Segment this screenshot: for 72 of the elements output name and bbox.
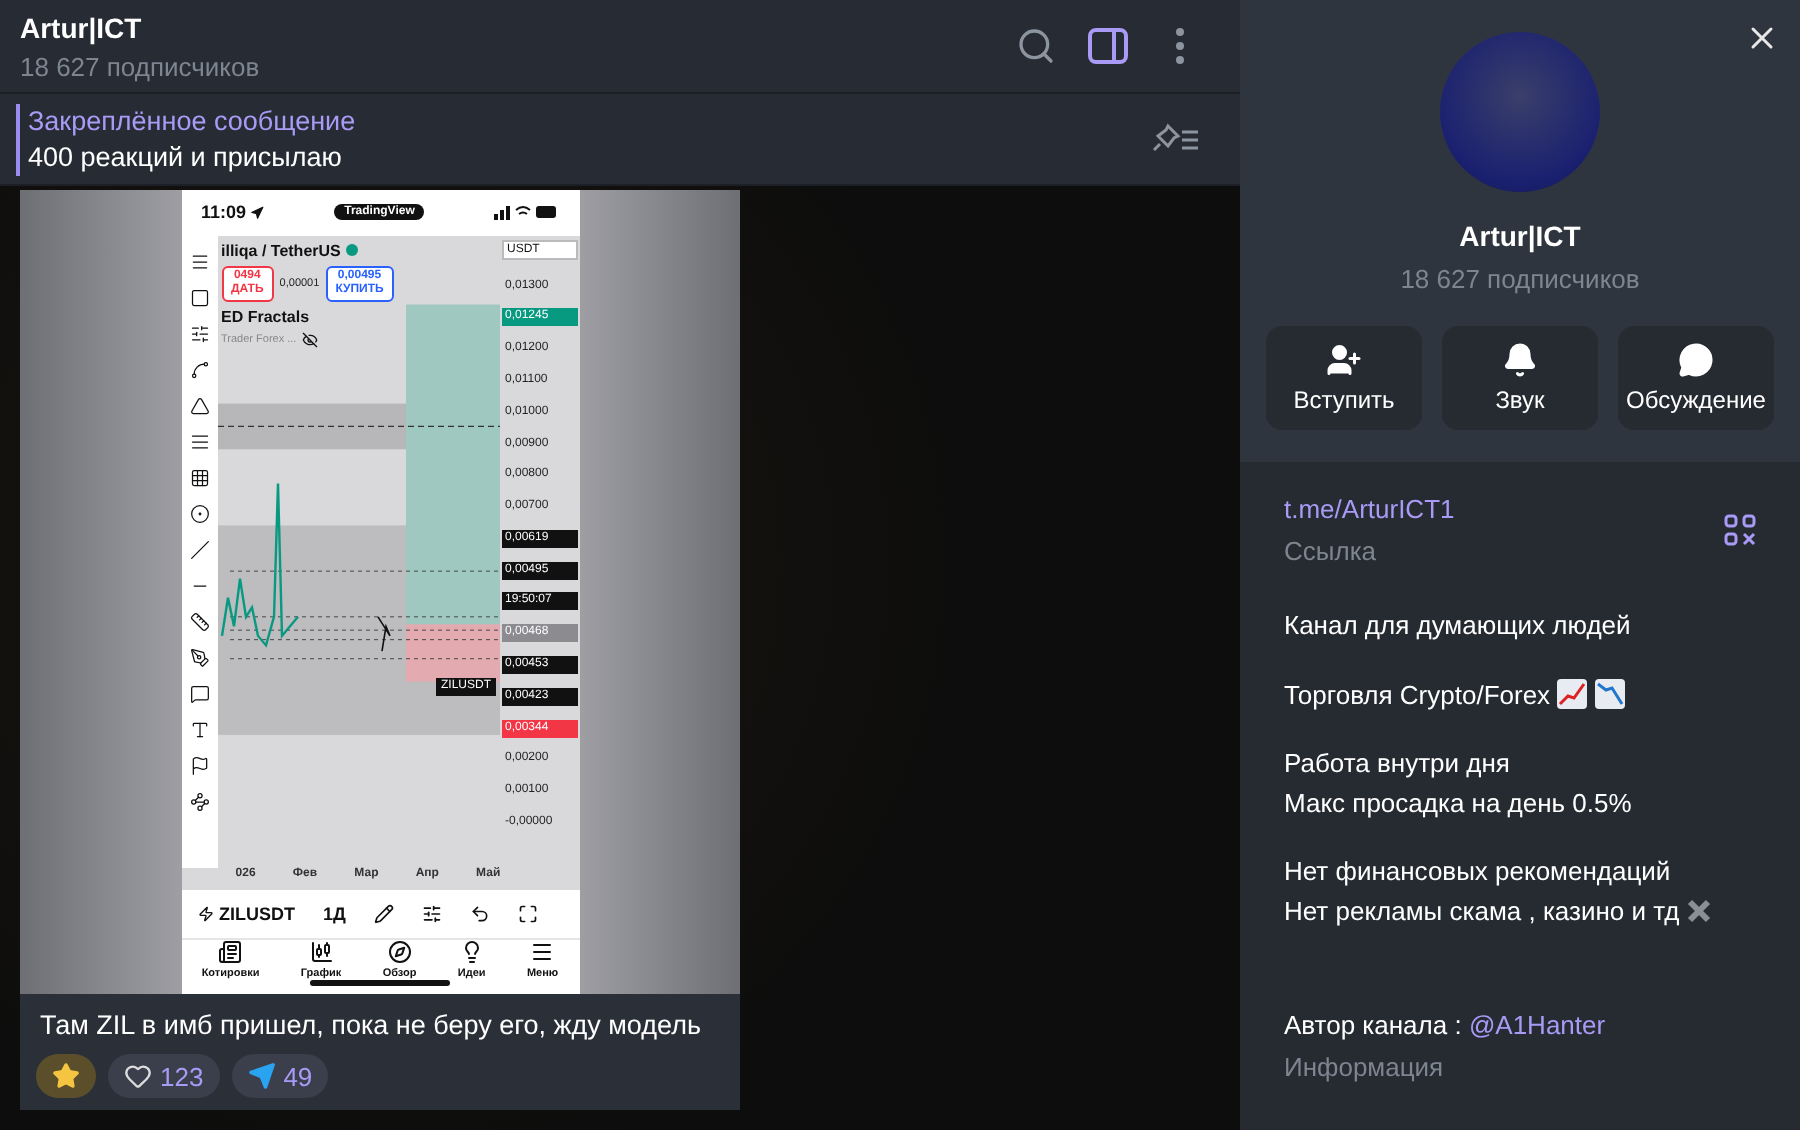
reaction-button[interactable]: 49 — [231, 1054, 329, 1098]
market-open-dot — [346, 244, 359, 257]
paper-plane-icon — [247, 1062, 276, 1090]
link-label: Ссылка — [1284, 536, 1379, 566]
action-button[interactable]: Вступить — [1266, 326, 1422, 430]
sliders-icon[interactable] — [421, 904, 442, 925]
profile-name: Artur|ICT — [1459, 220, 1581, 252]
grid-icon[interactable] — [189, 467, 209, 488]
pinned-message[interactable]: 400 реакций и присылаю — [28, 142, 1140, 172]
author-link[interactable]: @A1Hanter — [1468, 1010, 1606, 1040]
rectangle-icon[interactable] — [189, 287, 209, 308]
author-line: Автор канала : @A1Hanter — [1284, 1010, 1608, 1040]
profile-subscribers: 18 627 подписчиков — [1400, 264, 1640, 294]
undo-icon[interactable] — [469, 904, 490, 925]
bell-icon — [1502, 342, 1538, 378]
location-arrow-icon — [250, 205, 265, 220]
pin-list-icon — [1150, 121, 1202, 157]
comment-icon[interactable] — [189, 683, 209, 704]
description-text: Торговля Crypto/Forex — [1284, 679, 1551, 709]
home-indicator — [310, 980, 450, 986]
message-caption: Там ZIL в имб пришел, пока не беру его, жду модель — [20, 994, 740, 1050]
pinned-indicator-bar — [16, 103, 20, 175]
lines-icon[interactable] — [189, 431, 209, 452]
status-icons — [494, 204, 559, 221]
search-icon — [1016, 26, 1056, 66]
text-icon[interactable] — [189, 719, 209, 740]
description-text: Работа внутри дня — [1284, 748, 1512, 778]
lightbulb-icon — [459, 940, 484, 965]
triangle-icon[interactable] — [189, 395, 209, 416]
menu-icon — [530, 940, 555, 965]
sidebar-icon — [1088, 28, 1128, 64]
heart-icon — [124, 1062, 152, 1090]
subscriber-count: 18 627 подписчиков — [20, 51, 262, 81]
qr-code-icon[interactable] — [1724, 514, 1756, 546]
channel-title: Artur|ICT — [20, 11, 144, 43]
pencil-icon[interactable] — [373, 904, 394, 925]
line-tool-icon[interactable] — [189, 539, 209, 560]
pinned-label: Закреплённое сообщение — [28, 106, 358, 136]
description-text: Макс просадка на день 0.5% — [1284, 788, 1634, 818]
lines-icon[interactable] — [189, 251, 209, 272]
info-label: Информация — [1284, 1052, 1446, 1082]
sliders-icon[interactable] — [189, 323, 209, 344]
more-icon — [1176, 28, 1184, 64]
flag-icon[interactable] — [189, 755, 209, 776]
action-button[interactable]: Звук — [1442, 326, 1598, 430]
description-text: Нет рекламы скама , казино и тд — [1284, 896, 1680, 926]
ruler-icon[interactable] — [189, 611, 209, 632]
hidden-eye-icon[interactable] — [302, 331, 319, 348]
interval-button[interactable]: 1Д — [323, 904, 346, 925]
user-plus-icon — [1326, 342, 1362, 378]
circle-icon[interactable] — [189, 503, 209, 524]
chat-bubble-icon — [1678, 342, 1714, 378]
chart-down-icon — [1594, 678, 1627, 710]
channel-link[interactable]: t.me/ArturICT1 — [1284, 494, 1455, 524]
chart-up-icon — [1556, 678, 1589, 710]
description-text: Канал для думающих людей — [1284, 610, 1633, 640]
reaction-button[interactable]: 123 — [108, 1054, 220, 1098]
fullscreen-icon[interactable] — [517, 904, 538, 925]
cross-icon — [1685, 898, 1712, 924]
action-button[interactable]: Обсуждение — [1618, 326, 1774, 430]
compass-icon — [387, 940, 412, 965]
phone-screenshot[interactable] — [181, 190, 579, 994]
chart-icon — [309, 940, 334, 965]
reaction-button[interactable] — [36, 1054, 96, 1098]
description-text: Нет финансовых рекомендаций — [1284, 856, 1673, 886]
indicator-name: ED Fractals — [221, 307, 312, 326]
pen-icon[interactable] — [189, 647, 209, 668]
path-icon[interactable] — [189, 791, 209, 812]
status-time: 11:09 — [201, 202, 265, 223]
star-icon — [52, 1062, 80, 1090]
spline-icon[interactable] — [189, 359, 209, 380]
symbol-title: illiqa / TetherUS — [221, 241, 341, 260]
